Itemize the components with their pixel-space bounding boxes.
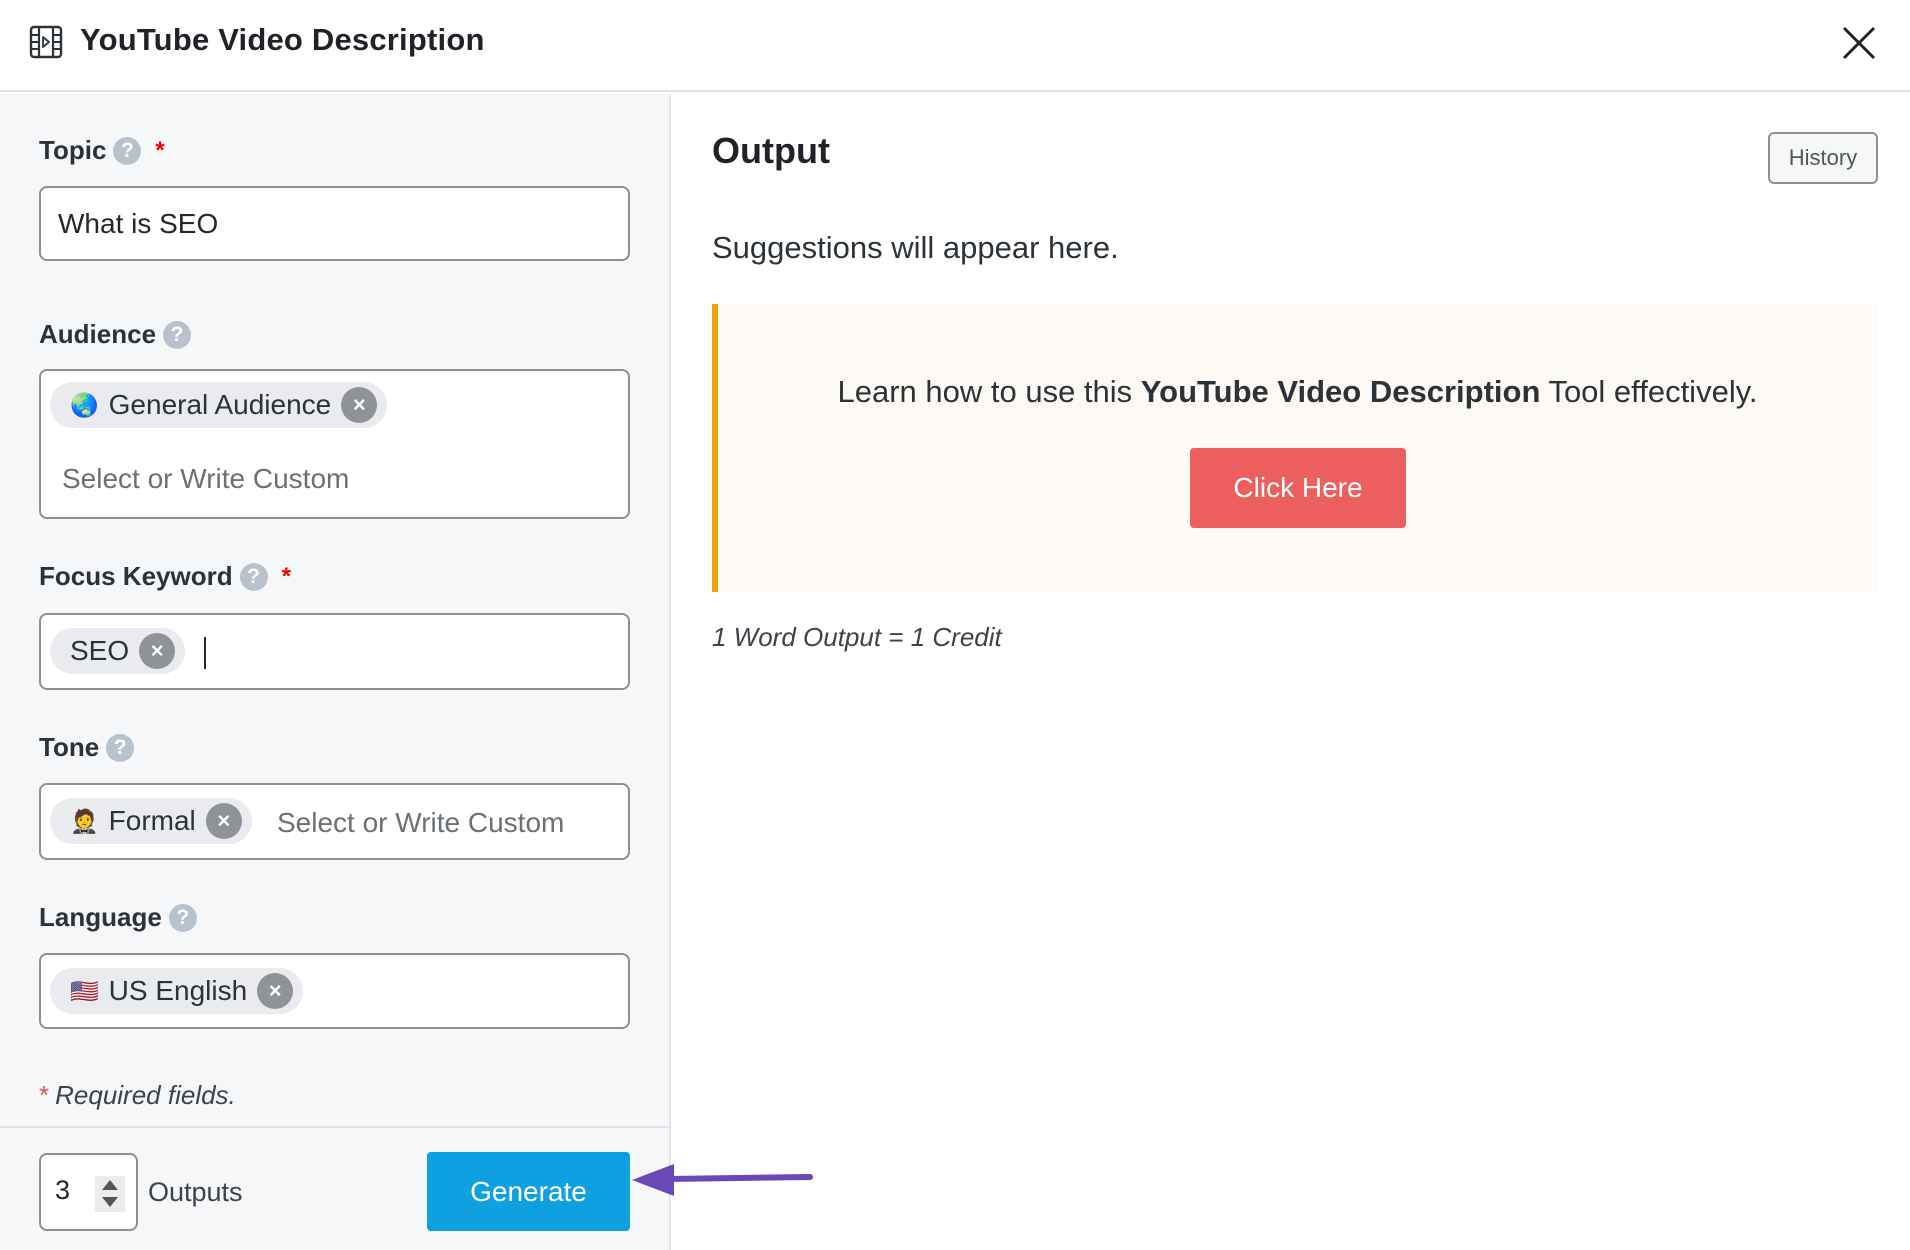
outputs-number-input[interactable]: 3: [39, 1153, 138, 1231]
callout-tool-name: YouTube Video Description: [1140, 374, 1541, 409]
focus-keyword-input[interactable]: SEO ×: [39, 613, 630, 690]
help-icon[interactable]: ?: [163, 320, 192, 349]
audience-label: Audience ?: [39, 319, 192, 350]
required-mark: *: [155, 136, 165, 164]
focus-keyword-chip: SEO ×: [50, 628, 186, 674]
required-note-text: Required fields.: [55, 1080, 236, 1110]
remove-chip-icon[interactable]: ×: [139, 633, 176, 669]
tone-label: Tone ?: [39, 732, 135, 763]
chip-label: Formal: [108, 805, 196, 836]
topic-input[interactable]: What is SEO: [39, 186, 630, 261]
suggestions-placeholder: Suggestions will appear here.: [712, 230, 1119, 265]
person-in-tuxedo-icon: 🤵: [70, 807, 99, 834]
callout-message: Learn how to use this YouTube Video Desc…: [718, 374, 1877, 410]
output-title: Output: [712, 130, 830, 171]
chip-label: SEO: [70, 635, 130, 666]
tone-chip: 🤵 Formal ×: [50, 798, 252, 844]
help-icon[interactable]: ?: [113, 136, 142, 165]
credit-note: 1 Word Output = 1 Credit: [712, 622, 1002, 652]
footer-divider: [0, 1126, 671, 1128]
history-button[interactable]: History: [1768, 132, 1878, 184]
help-icon[interactable]: ?: [239, 562, 268, 591]
chip-label: US English: [108, 975, 248, 1006]
generate-button[interactable]: Generate: [427, 1152, 630, 1231]
remove-chip-icon[interactable]: ×: [257, 973, 294, 1009]
topic-label: Topic ? *: [39, 135, 165, 166]
language-input[interactable]: 🇺🇸 US English ×: [39, 953, 630, 1029]
audience-chip: 🌏 General Audience ×: [50, 382, 388, 428]
remove-chip-icon[interactable]: ×: [205, 803, 242, 839]
globe-icon: 🌏: [70, 391, 99, 418]
callout-suffix: Tool effectively.: [1540, 374, 1758, 409]
outputs-stepper[interactable]: [95, 1176, 125, 1212]
audience-input[interactable]: 🌏 General Audience × Select or Write Cus…: [39, 369, 630, 519]
outputs-value: 3: [55, 1175, 71, 1205]
audience-placeholder[interactable]: Select or Write Custom: [62, 463, 349, 495]
focus-keyword-label: Focus Keyword ? *: [39, 561, 291, 592]
film-icon: [29, 25, 63, 59]
annotation-arrow-icon: [632, 1164, 813, 1196]
required-mark: *: [281, 562, 291, 590]
tone-label-text: Tone: [39, 732, 100, 762]
remove-chip-icon[interactable]: ×: [341, 387, 378, 423]
chip-label: General Audience: [108, 389, 332, 420]
tone-placeholder[interactable]: Select or Write Custom: [277, 807, 564, 839]
language-chip: 🇺🇸 US English ×: [50, 968, 304, 1014]
language-label-text: Language: [39, 902, 162, 932]
required-fields-note: * Required fields.: [39, 1080, 236, 1111]
required-mark: *: [39, 1080, 50, 1110]
modal-header: YouTube Video Description: [0, 0, 1910, 92]
text-cursor: [204, 637, 206, 669]
modal-title: YouTube Video Description: [80, 22, 485, 57]
stepper-up-icon[interactable]: [102, 1180, 118, 1190]
callout-prefix: Learn how to use this: [837, 374, 1141, 409]
help-icon[interactable]: ?: [106, 733, 135, 762]
form-panel: Topic ? * What is SEO Audience ? 🌏 Gener…: [0, 94, 671, 1250]
help-icon[interactable]: ?: [168, 903, 197, 932]
language-label: Language ?: [39, 902, 197, 933]
tone-input[interactable]: 🤵 Formal × Select or Write Custom: [39, 783, 630, 860]
topic-input-value: What is SEO: [58, 208, 219, 239]
outputs-label: Outputs: [148, 1177, 243, 1207]
click-here-button[interactable]: Click Here: [1190, 448, 1406, 528]
us-flag-icon: 🇺🇸: [70, 977, 99, 1004]
audience-label-text: Audience: [39, 319, 157, 349]
stepper-down-icon[interactable]: [102, 1197, 118, 1207]
topic-label-text: Topic: [39, 135, 107, 165]
focus-keyword-label-text: Focus Keyword: [39, 561, 233, 591]
close-icon[interactable]: [1840, 24, 1878, 62]
tutorial-callout: Learn how to use this YouTube Video Desc…: [712, 304, 1877, 592]
